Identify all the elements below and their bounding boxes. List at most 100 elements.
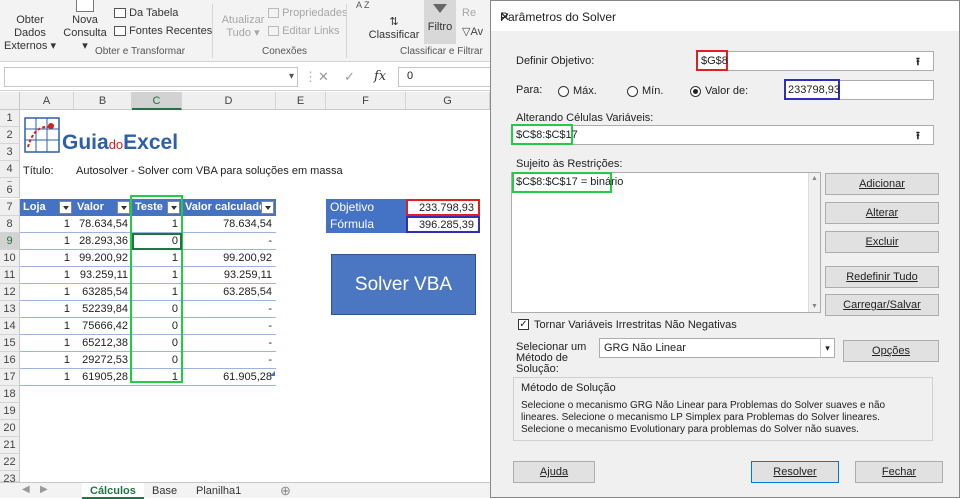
row-header[interactable]: 20	[0, 420, 20, 437]
table-cell[interactable]: 1	[20, 335, 74, 352]
table-resize-handle-icon[interactable]	[270, 371, 275, 376]
tab-calculos[interactable]: Cálculos	[82, 483, 144, 499]
row-header[interactable]: 12	[0, 284, 20, 301]
fontes-recentes-button[interactable]: Fontes Recentes	[114, 25, 212, 37]
formula-value[interactable]: 396.285,39	[406, 216, 480, 233]
restricoes-scrollbar[interactable]: ▲ ▼	[808, 173, 820, 312]
close-icon[interactable]: ✕	[500, 10, 949, 24]
row-header[interactable]: 11	[0, 267, 20, 284]
row-header[interactable]: 17	[0, 369, 20, 386]
table-cell[interactable]: 61.905,28	[182, 369, 276, 386]
column-header-g[interactable]: G	[406, 92, 490, 110]
row-header[interactable]: 18	[0, 386, 20, 403]
selected-cell[interactable]	[132, 233, 182, 250]
cancel-icon[interactable]: ✕	[318, 69, 329, 85]
table-cell[interactable]: -	[182, 318, 276, 335]
row-header[interactable]: 2	[0, 127, 20, 144]
column-header-f[interactable]: F	[326, 92, 406, 110]
table-cell[interactable]: 93.259,11	[74, 267, 132, 284]
resolver-button[interactable]: Resolver	[751, 461, 839, 483]
filtro-button[interactable]: Filtro	[424, 0, 456, 44]
row-header[interactable]: 3	[0, 144, 20, 161]
row-header[interactable]: 10	[0, 250, 20, 267]
table-header-loja[interactable]: Loja	[20, 199, 74, 216]
table-cell[interactable]: 29272,53	[74, 352, 132, 369]
column-header-c[interactable]: C	[132, 92, 182, 110]
table-cell[interactable]: 78.634,54	[74, 216, 132, 233]
collapse-dialog-icon[interactable]: ⭱	[916, 127, 920, 146]
table-cell[interactable]: 1	[20, 233, 74, 250]
row-header[interactable]: 13	[0, 301, 20, 318]
restricao-item[interactable]: $C$8:$C$17 = binário	[516, 176, 623, 188]
table-cell[interactable]: 65212,38	[74, 335, 132, 352]
row-header[interactable]: 21	[0, 437, 20, 454]
scroll-down-icon[interactable]: ▼	[811, 303, 818, 310]
classificar-button[interactable]: ⇅ Classificar	[368, 16, 420, 42]
carregar-salvar-button[interactable]: Carregar/Salvar	[825, 294, 939, 316]
scroll-up-icon[interactable]: ▲	[811, 175, 818, 182]
max-radio[interactable]	[558, 86, 569, 97]
insert-function-icon[interactable]: fx	[374, 69, 386, 84]
table-cell[interactable]: 78.634,54	[182, 216, 276, 233]
table-cell[interactable]: 75666,42	[74, 318, 132, 335]
table-cell[interactable]: 1	[20, 369, 74, 386]
table-cell[interactable]: 99.200,92	[74, 250, 132, 267]
min-label[interactable]: Mín.	[642, 85, 663, 97]
column-header-a[interactable]: A	[20, 92, 74, 110]
table-cell[interactable]: 28.293,36	[74, 233, 132, 250]
restricoes-list[interactable]	[511, 172, 821, 313]
tornar-checkbox[interactable]: ✓	[518, 319, 529, 330]
table-cell[interactable]: 1	[20, 352, 74, 369]
table-header-valor[interactable]: Valor	[74, 199, 132, 216]
table-header-valor-calculado[interactable]: Valor calculado	[182, 199, 276, 216]
da-tabela-button[interactable]: Da Tabela	[114, 7, 178, 19]
metodo-select[interactable]: GRG Não Linear ▾	[599, 338, 835, 358]
row-header[interactable]: 14	[0, 318, 20, 335]
tab-base[interactable]: Base	[144, 483, 185, 499]
row-header[interactable]: 6	[0, 182, 20, 198]
name-box[interactable]: ▾	[4, 67, 298, 87]
table-cell[interactable]: 1	[20, 284, 74, 301]
column-header-d[interactable]: D	[182, 92, 276, 110]
table-cell[interactable]: 63.285,54	[182, 284, 276, 301]
enter-check-icon[interactable]: ✓	[344, 69, 355, 85]
table-cell[interactable]: 99.200,92	[182, 250, 276, 267]
adicionar-button[interactable]: Adicionar	[825, 173, 939, 195]
table-cell[interactable]: 93.259,11	[182, 267, 276, 284]
reaplicar-button[interactable]: Re	[462, 7, 476, 19]
row-header[interactable]: 23	[0, 471, 20, 485]
propriedades-button[interactable]: Propriedades	[268, 7, 348, 19]
avancado-button[interactable]: ▽Av	[462, 25, 483, 38]
table-cell[interactable]: 61905,28	[74, 369, 132, 386]
filter-dropdown-icon[interactable]	[59, 201, 72, 214]
objetivo-field[interactable]	[696, 51, 934, 71]
table-cell[interactable]: 1	[20, 318, 74, 335]
row-header[interactable]: 15	[0, 335, 20, 352]
editar-links-button[interactable]: Editar Links	[268, 25, 340, 37]
alterar-button[interactable]: Alterar	[825, 202, 939, 224]
chevron-down-icon[interactable]: ▾	[820, 339, 834, 357]
table-cell[interactable]: 52239,84	[74, 301, 132, 318]
column-header-b[interactable]: B	[74, 92, 132, 110]
tornar-label[interactable]: Tornar Variáveis Irrestritas Não Negativ…	[534, 319, 737, 331]
collapse-dialog-icon[interactable]: ⭱	[916, 53, 920, 72]
table-cell[interactable]: 1	[20, 250, 74, 267]
obter-dados-externos-button[interactable]: Obter Dados Externos ▾	[0, 14, 60, 53]
table-cell[interactable]: 63285,54	[74, 284, 132, 301]
row-header[interactable]: 16	[0, 352, 20, 369]
valor-de-radio[interactable]	[690, 86, 701, 97]
scroll-right-icon[interactable]: ▶	[40, 484, 48, 495]
min-radio[interactable]	[627, 86, 638, 97]
table-cell[interactable]: 1	[20, 301, 74, 318]
excluir-button[interactable]: Excluir	[825, 231, 939, 253]
scroll-left-icon[interactable]: ◀	[22, 484, 30, 495]
fechar-button[interactable]: Fechar	[855, 461, 943, 483]
row-header[interactable]: 8	[0, 216, 20, 233]
row-header[interactable]: 19	[0, 403, 20, 420]
tab-planilha1[interactable]: Planilha1	[188, 483, 249, 499]
formula-input[interactable]: 0	[398, 67, 498, 87]
table-cell[interactable]: 1	[20, 216, 74, 233]
sort-az-icon[interactable]: A Z	[356, 0, 370, 10]
row-header[interactable]: 1	[0, 110, 20, 127]
table-cell[interactable]: -	[182, 335, 276, 352]
